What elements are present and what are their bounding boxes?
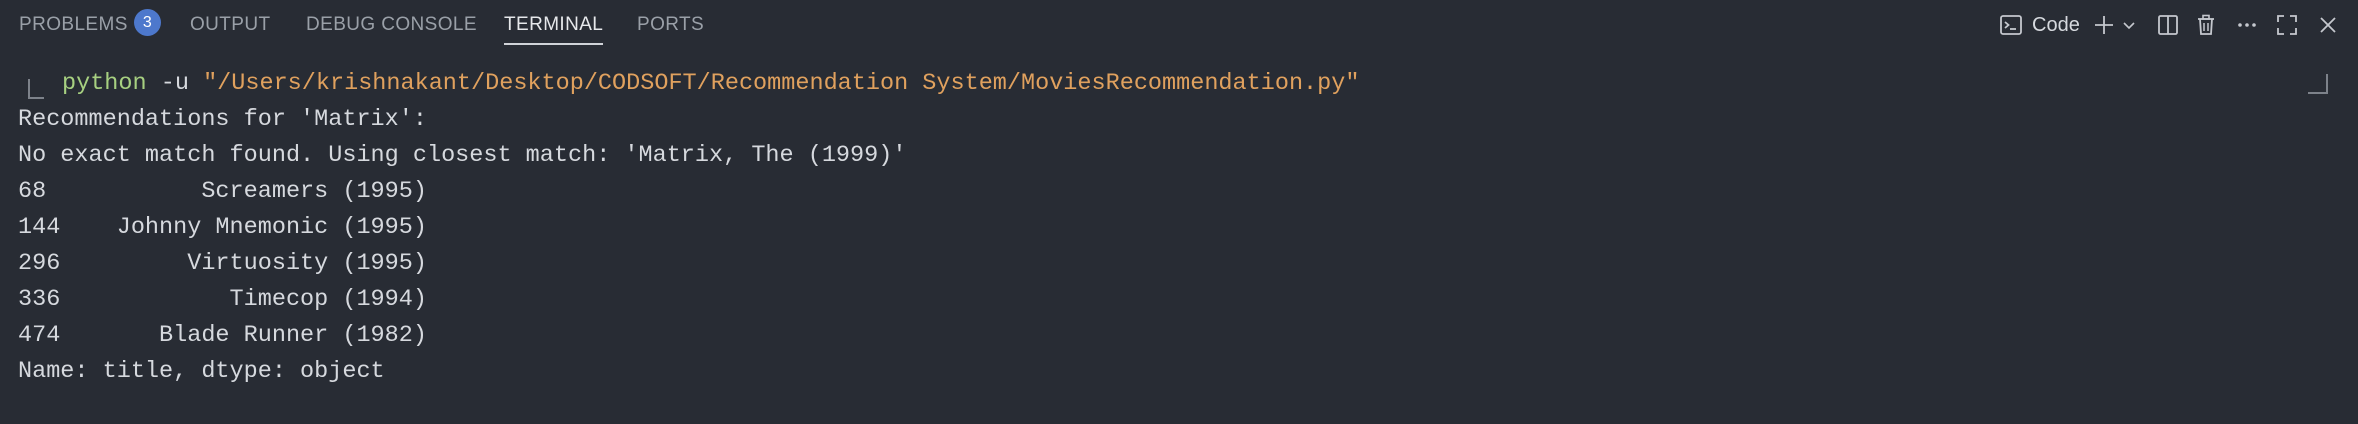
panel-tab-bar: PROBLEMS 3 OUTPUT DEBUG CONSOLE TERMINAL … <box>0 0 2358 50</box>
terminal-output[interactable]: python -u "/Users/krishnakant/Desktop/CO… <box>0 66 2358 424</box>
tab-ports[interactable]: PORTS <box>637 0 704 50</box>
tab-debug-console[interactable]: DEBUG CONSOLE <box>306 0 477 50</box>
output-line: Recommendations for 'Matrix': <box>18 106 427 133</box>
terminal-scroll-marker <box>2308 74 2328 94</box>
tab-output-label: OUTPUT <box>190 14 271 35</box>
more-actions-button[interactable] <box>2232 9 2262 41</box>
close-panel-button[interactable] <box>2313 9 2343 41</box>
command-flag: -u <box>160 70 189 97</box>
terminal-icon <box>1999 13 2023 37</box>
output-line: 144 Johnny Mnemonic (1995) <box>18 214 427 241</box>
maximize-panel-button[interactable] <box>2272 9 2302 41</box>
prompt-corner-glyph <box>28 79 44 99</box>
output-line: Name: title, dtype: object <box>18 358 385 385</box>
output-line: 296 Virtuosity (1995) <box>18 250 427 277</box>
tab-ports-label: PORTS <box>637 14 705 35</box>
split-icon <box>2156 13 2180 37</box>
command-line: python -u "/Users/krishnakant/Desktop/CO… <box>62 66 1359 102</box>
terminal-panel: PROBLEMS 3 OUTPUT DEBUG CONSOLE TERMINAL … <box>0 0 2358 424</box>
split-terminal-button[interactable] <box>2153 9 2183 41</box>
command-path: "/Users/krishnakant/Desktop/CODSOFT/Reco… <box>203 70 1360 97</box>
tab-output[interactable]: OUTPUT <box>190 0 271 50</box>
tab-problems-label: PROBLEMS <box>19 14 128 35</box>
trash-icon <box>2194 13 2218 37</box>
maximize-icon <box>2275 13 2299 37</box>
close-icon <box>2317 14 2339 36</box>
chevron-down-icon <box>2121 17 2137 33</box>
tab-terminal-label: TERMINAL <box>504 14 604 35</box>
tab-debug-console-label: DEBUG CONSOLE <box>306 14 477 35</box>
tab-problems[interactable]: PROBLEMS 3 <box>19 0 161 50</box>
command-program: python <box>62 70 147 97</box>
active-tab-indicator <box>504 43 604 45</box>
more-icon <box>2235 13 2259 37</box>
output-line: 68 Screamers (1995) <box>18 178 427 205</box>
tab-terminal[interactable]: TERMINAL <box>504 0 604 50</box>
output-line: 336 Timecop (1994) <box>18 286 427 313</box>
problems-count-badge: 3 <box>133 9 161 37</box>
terminal-name-label: Code <box>2032 13 2080 36</box>
output-line: No exact match found. Using closest matc… <box>18 142 907 169</box>
plus-icon <box>2092 13 2116 37</box>
kill-terminal-button[interactable] <box>2191 9 2221 41</box>
output-line: 474 Blade Runner (1982) <box>18 322 427 349</box>
new-terminal-button[interactable] <box>2090 9 2118 41</box>
terminal-profile-dropdown[interactable] <box>2118 9 2140 41</box>
